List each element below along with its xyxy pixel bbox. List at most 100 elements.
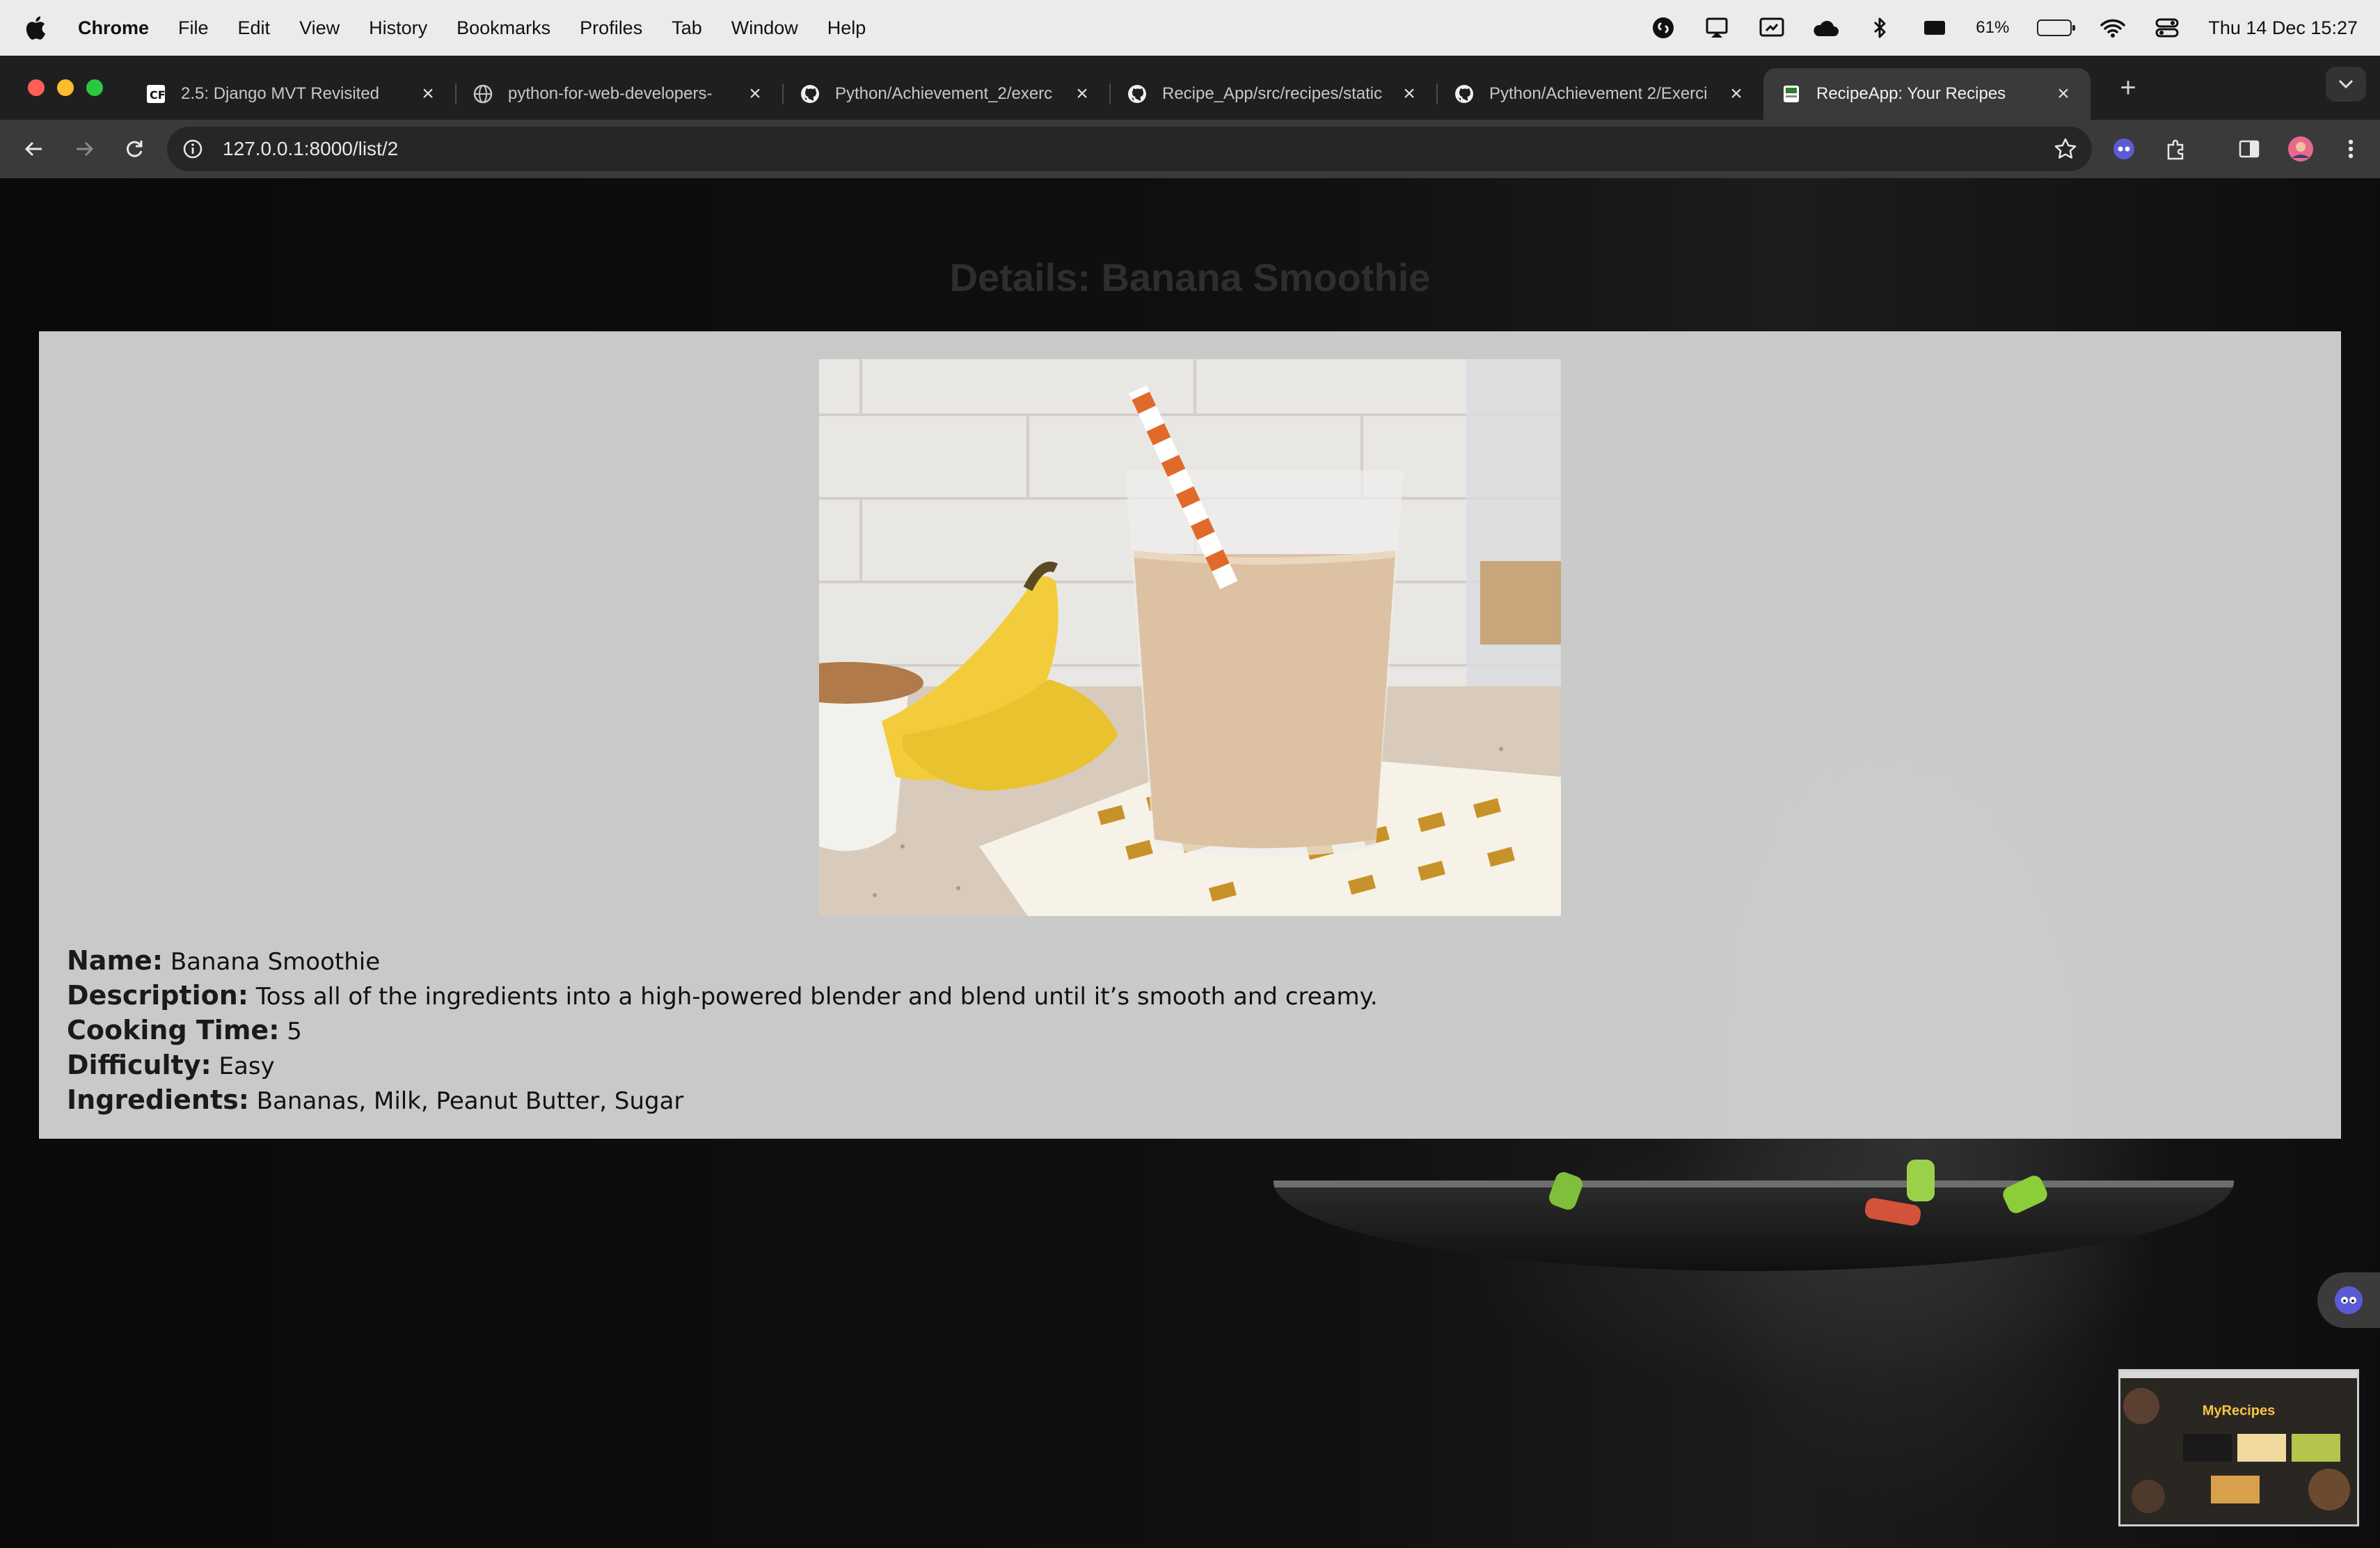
detail-label: Description:	[67, 980, 248, 1011]
zoom-window-button[interactable]	[86, 79, 103, 96]
apple-icon[interactable]	[25, 15, 50, 40]
minimize-window-button[interactable]	[57, 79, 74, 96]
screenshot-preview-thumbnail[interactable]: MyRecipes	[2118, 1369, 2359, 1526]
tab-achievement-2-exercise[interactable]: Python/Achievement_2/exerc ×	[782, 68, 1109, 120]
address-bar[interactable]: 127.0.0.1:8000/list/2	[167, 127, 2092, 171]
tab-achievement-2-exercise-alt[interactable]: Python/Achievement 2/Exerci ×	[1436, 68, 1763, 120]
recipe-details: Name: Banana Smoothie Description: Toss …	[67, 944, 1378, 1118]
close-tab-icon[interactable]: ×	[1726, 82, 1747, 106]
close-tab-icon[interactable]: ×	[1072, 82, 1093, 106]
screen-share-icon[interactable]	[1759, 15, 1785, 41]
tab-search-button[interactable]	[2326, 67, 2366, 102]
tab-python-web-dev[interactable]: python-for-web-developers- ×	[455, 68, 782, 120]
thumbnail-header	[2120, 1371, 2357, 1378]
page-title: Details: Banana Smoothie	[949, 255, 1431, 299]
tab-recipe-app-static[interactable]: Recipe_App/src/recipes/static ×	[1109, 68, 1436, 120]
menu-tab[interactable]: Tab	[672, 17, 702, 39]
bot-icon	[2335, 1286, 2363, 1314]
battery-percent: 61%	[1976, 18, 2010, 37]
wifi-icon[interactable]	[2100, 15, 2126, 41]
tab-django-mvt[interactable]: CF 2.5: Django MVT Revisited ×	[128, 68, 455, 120]
close-tab-icon[interactable]: ×	[2053, 82, 2074, 106]
side-panel-icon[interactable]	[2234, 134, 2264, 164]
shazam-icon[interactable]	[1650, 15, 1676, 41]
recipe-app-icon	[1780, 83, 1802, 105]
tab-title: RecipeApp: Your Recipes	[1816, 84, 2006, 103]
recipe-detail-page: Details: Banana Smoothie Name: Banana Sm…	[0, 178, 2380, 1548]
detail-row-difficulty: Difficulty: Easy	[67, 1048, 1378, 1083]
detail-value: Toss all of the ingredients into a high-…	[255, 983, 1378, 1011]
bluetooth-icon[interactable]	[1867, 15, 1894, 41]
menu-window[interactable]: Window	[731, 17, 798, 39]
back-button[interactable]	[18, 133, 50, 165]
thumbnail-preview-image	[2123, 1388, 2350, 1513]
menu-bookmarks[interactable]: Bookmarks	[457, 17, 550, 39]
detail-value: Banana Smoothie	[170, 948, 381, 976]
assistant-bot-button[interactable]	[2317, 1272, 2380, 1328]
detail-value: Easy	[219, 1052, 275, 1080]
recipe-image	[819, 359, 1561, 916]
menu-view[interactable]: View	[299, 17, 340, 39]
github-icon	[1453, 83, 1475, 105]
close-tab-icon[interactable]: ×	[1399, 82, 1420, 106]
menu-history[interactable]: History	[369, 17, 427, 39]
browser-tab-strip: CF 2.5: Django MVT Revisited × python-fo…	[0, 56, 2380, 120]
tab-title: Python/Achievement_2/exerc	[835, 84, 1053, 103]
globe-icon	[472, 83, 494, 105]
detail-label: Difficulty:	[67, 1050, 212, 1080]
close-tab-icon[interactable]: ×	[418, 82, 438, 106]
control-center-icon[interactable]	[2154, 15, 2180, 41]
arrow-left-icon	[24, 141, 42, 157]
chrome-menu-icon[interactable]	[2335, 134, 2366, 164]
menu-help[interactable]: Help	[827, 17, 866, 39]
detail-value: 5	[287, 1018, 302, 1045]
browser-toolbar: 127.0.0.1:8000/list/2	[0, 120, 2380, 178]
arrow-right-icon	[77, 141, 94, 157]
github-icon	[799, 83, 821, 105]
profile-avatar[interactable]	[2285, 134, 2316, 164]
django-icon: CF	[145, 83, 167, 105]
tab-title: Python/Achievement 2/Exerci	[1489, 84, 1708, 103]
detail-label: Ingredients:	[67, 1084, 249, 1115]
menu-edit[interactable]: Edit	[238, 17, 271, 39]
background-pan-image	[1274, 1180, 2234, 1271]
chevron-down-icon	[2338, 79, 2354, 89]
window-controls	[28, 79, 103, 96]
svg-text:CF: CF	[150, 88, 166, 102]
detail-row-name: Name: Banana Smoothie	[67, 944, 1378, 979]
detail-label: Cooking Time:	[67, 1015, 280, 1045]
forward-button[interactable]	[68, 133, 100, 165]
cloud-icon[interactable]	[1813, 15, 1839, 41]
keyboard-icon[interactable]	[1921, 15, 1948, 41]
url-text[interactable]: 127.0.0.1:8000/list/2	[223, 138, 398, 160]
menu-file[interactable]: File	[178, 17, 209, 39]
detail-row-description: Description: Toss all of the ingredients…	[67, 979, 1378, 1013]
detail-row-ingredients: Ingredients: Bananas, Milk, Peanut Butte…	[67, 1083, 1378, 1118]
battery-icon[interactable]	[2037, 19, 2076, 36]
detail-label: Name:	[67, 945, 164, 976]
bookmark-star-icon[interactable]	[2053, 136, 2078, 161]
menu-profiles[interactable]: Profiles	[580, 17, 642, 39]
background-vegetable	[1907, 1160, 1935, 1201]
menubar-clock[interactable]: Thu 14 Dec 15:27	[2208, 17, 2358, 39]
tab-title: 2.5: Django MVT Revisited	[181, 84, 380, 103]
extension-bot-icon[interactable]	[2109, 134, 2139, 164]
macos-menubar: Chrome File Edit View History Bookmarks …	[0, 0, 2380, 56]
new-tab-button[interactable]: +	[2113, 72, 2143, 104]
status-area: 61% Thu 14 Dec 15:27	[1650, 0, 2358, 56]
close-tab-icon[interactable]: ×	[745, 82, 765, 106]
detail-row-cooking-time: Cooking Time: 5	[67, 1013, 1378, 1048]
menu-app-name[interactable]: Chrome	[78, 17, 149, 39]
close-window-button[interactable]	[28, 79, 45, 96]
cast-icon[interactable]	[1704, 15, 1731, 41]
reload-button[interactable]	[118, 133, 150, 165]
extensions-puzzle-icon[interactable]	[2160, 134, 2191, 164]
site-info-icon[interactable]	[181, 137, 205, 161]
tab-title: Recipe_App/src/recipes/static	[1162, 84, 1383, 103]
recipe-detail-card: Name: Banana Smoothie Description: Toss …	[39, 331, 2341, 1139]
tab-recipeapp-active[interactable]: RecipeApp: Your Recipes ×	[1763, 68, 2091, 120]
github-icon	[1126, 83, 1148, 105]
reload-icon	[126, 141, 143, 157]
detail-value: Bananas, Milk, Peanut Butter, Sugar	[256, 1087, 684, 1115]
banana-smoothie-image	[819, 359, 1561, 916]
